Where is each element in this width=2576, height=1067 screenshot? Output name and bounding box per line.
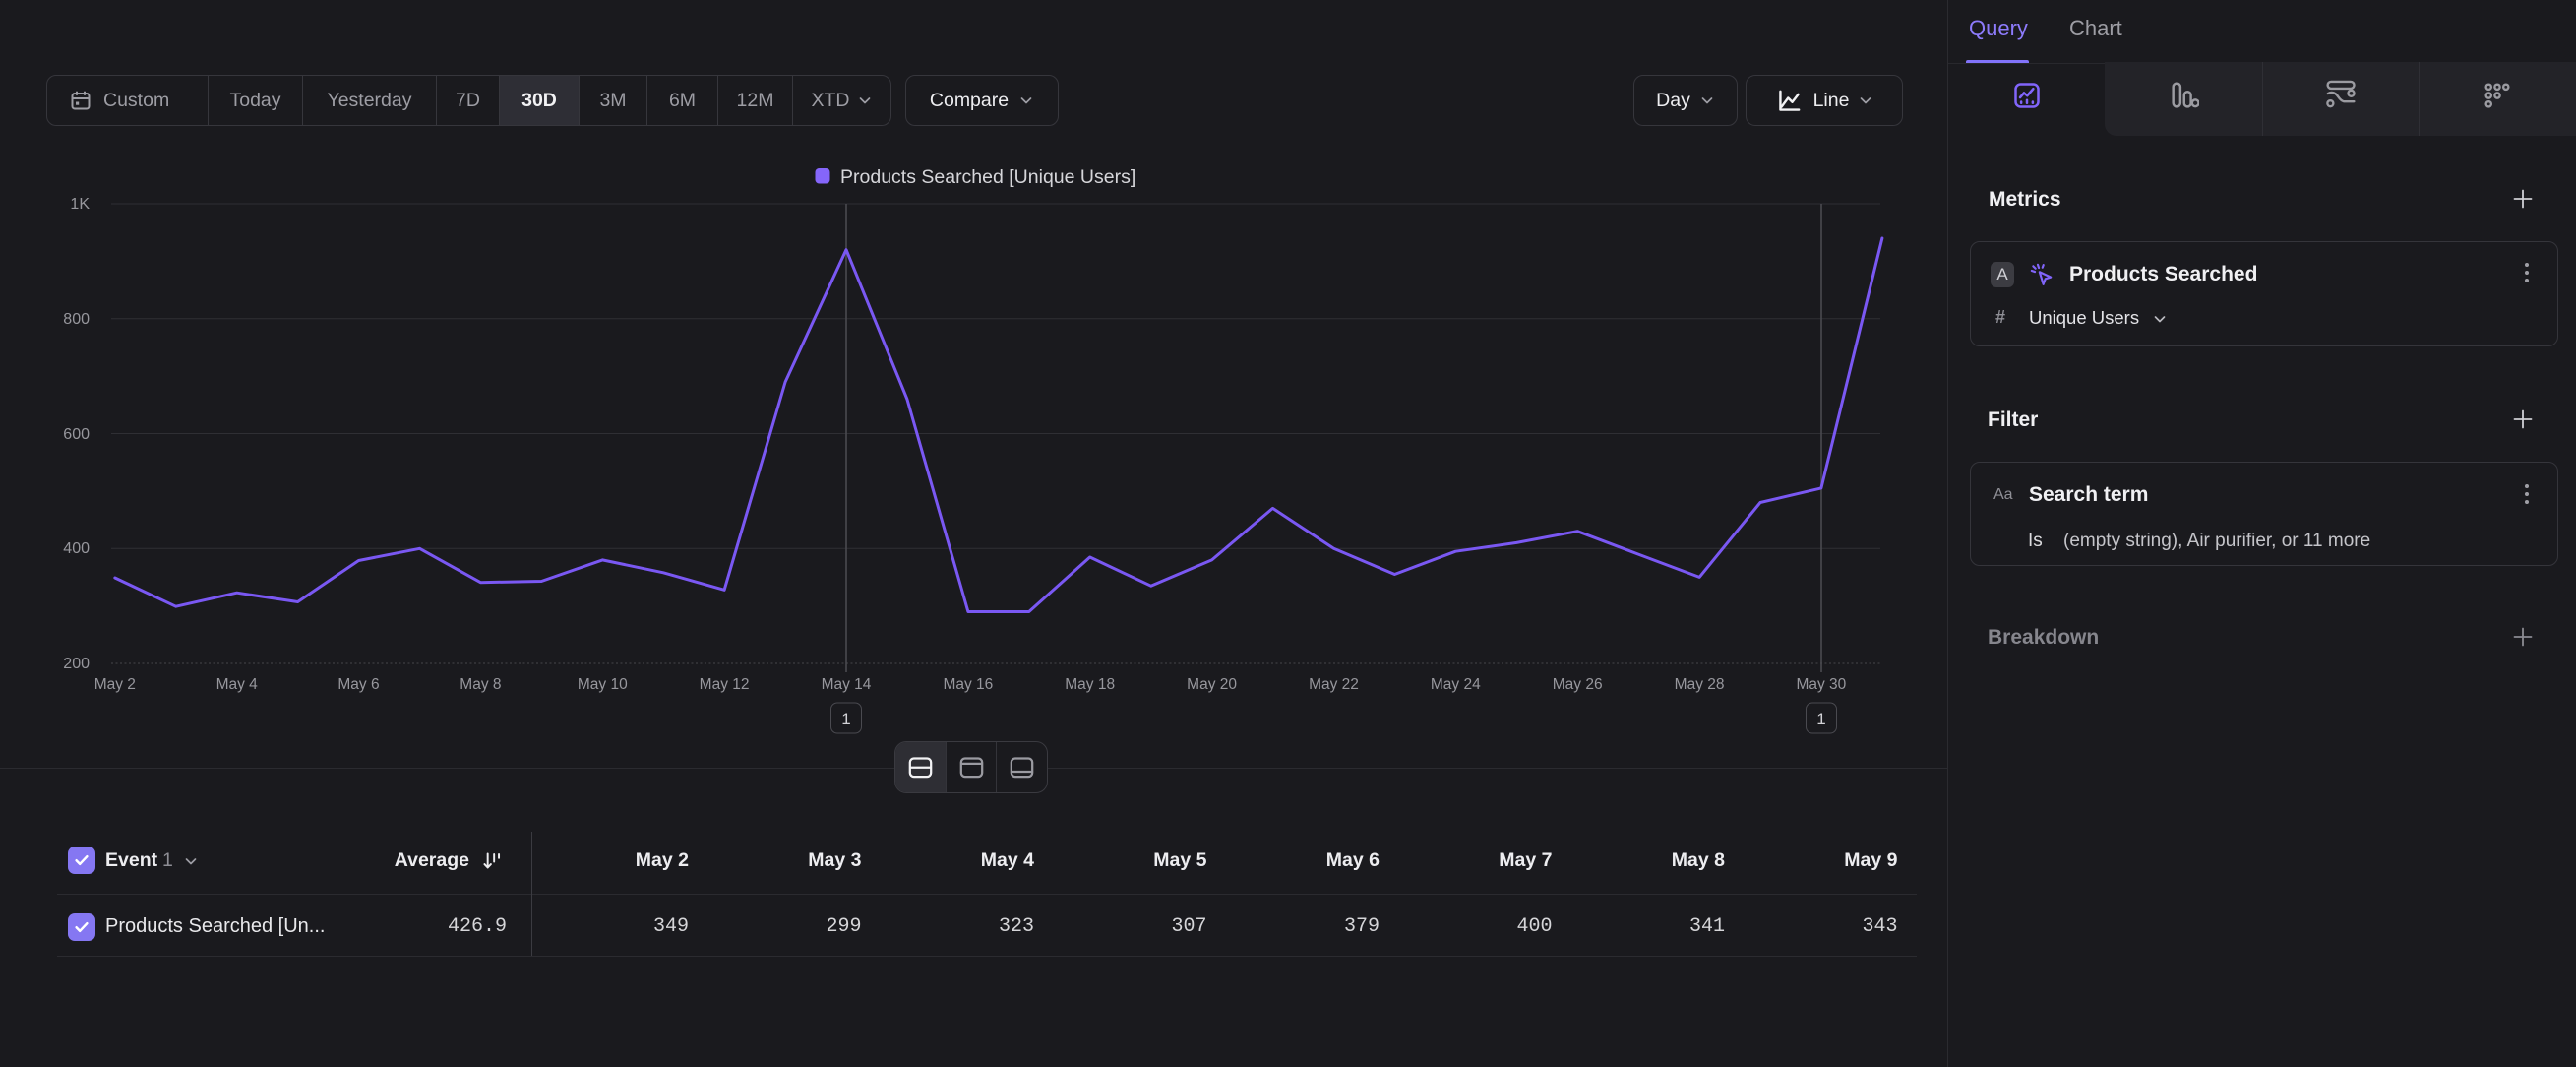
svg-text:200: 200 — [63, 656, 90, 672]
svg-text:May 22: May 22 — [1309, 676, 1359, 693]
svg-text:May 30: May 30 — [1796, 676, 1846, 693]
svg-text:May 26: May 26 — [1553, 676, 1603, 693]
svg-text:May 2: May 2 — [94, 676, 136, 693]
svg-text:May 28: May 28 — [1675, 676, 1725, 693]
svg-text:May 20: May 20 — [1187, 676, 1237, 693]
svg-text:May 24: May 24 — [1431, 676, 1481, 693]
svg-text:600: 600 — [63, 426, 90, 443]
svg-text:May 18: May 18 — [1065, 676, 1115, 693]
svg-text:May 16: May 16 — [943, 676, 993, 693]
svg-text:1: 1 — [1816, 710, 1825, 728]
svg-text:1K: 1K — [70, 196, 90, 213]
svg-text:May 14: May 14 — [822, 676, 872, 693]
svg-text:Products Searched [Unique User: Products Searched [Unique Users] — [840, 166, 1135, 188]
svg-text:May 12: May 12 — [700, 676, 750, 693]
svg-text:400: 400 — [63, 540, 90, 557]
svg-text:1: 1 — [841, 710, 850, 728]
svg-text:800: 800 — [63, 311, 90, 328]
svg-text:May 6: May 6 — [337, 676, 379, 693]
svg-text:May 10: May 10 — [578, 676, 628, 693]
svg-text:May 4: May 4 — [216, 676, 259, 693]
svg-text:May 8: May 8 — [460, 676, 501, 693]
